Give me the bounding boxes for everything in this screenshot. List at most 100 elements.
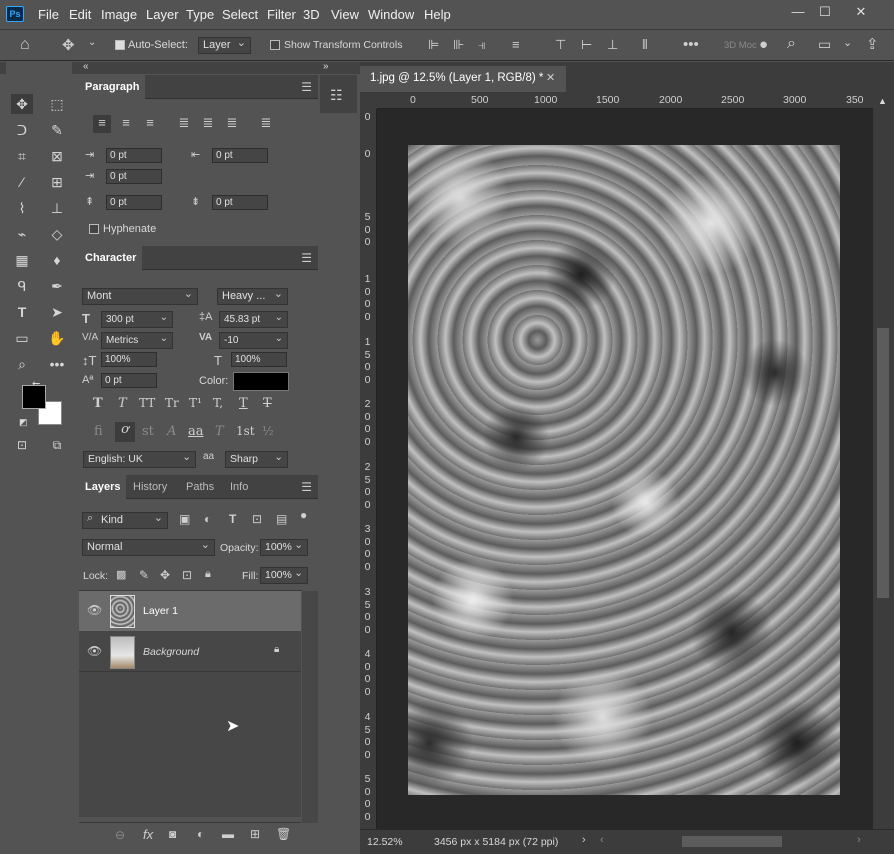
small-caps-icon[interactable]: Tr (165, 396, 179, 410)
hand-tool-icon[interactable]: ✋ (46, 328, 68, 348)
layer-name[interactable]: Background (143, 646, 199, 658)
move-tool-icon[interactable]: ✥ (62, 36, 75, 54)
menu-window[interactable]: Window (368, 7, 414, 22)
fx-icon[interactable]: fx (143, 827, 153, 842)
scroll-thumb[interactable] (877, 328, 889, 598)
spot-heal-icon[interactable]: ⊞ (46, 172, 68, 192)
menu-view[interactable]: View (331, 7, 359, 22)
stamp-tool-icon[interactable]: ⊥ (46, 198, 68, 218)
lock-artboard-icon[interactable]: ⊡ (182, 568, 192, 582)
layer-name[interactable]: Layer 1 (143, 605, 178, 617)
scroll-right-icon[interactable]: › (857, 834, 861, 846)
adjustment-layer-icon[interactable]: ◐ (197, 827, 204, 841)
auto-select-checkbox[interactable] (115, 40, 125, 50)
dodge-tool-icon[interactable]: ᑫ (11, 276, 33, 296)
faux-italic-icon[interactable]: T (118, 396, 127, 411)
horizontal-scroll-thumb[interactable] (682, 836, 782, 847)
document-tab[interactable]: 1.jpg @ 12.5% (Layer 1, RGB/8) * ✕ (360, 66, 566, 92)
layers-scrollbar[interactable] (302, 591, 318, 823)
user-icon[interactable]: ● (759, 36, 768, 53)
align-right-icon[interactable]: ⫣ (478, 37, 486, 53)
distribute-vertical-icon[interactable]: ⦀ (642, 37, 648, 53)
tab-history[interactable]: History (127, 475, 173, 499)
language-dropdown[interactable]: English: UK (83, 450, 196, 468)
align-top-icon[interactable]: ⊤ (555, 37, 566, 53)
leading-field[interactable]: 45.83 pt (219, 310, 288, 328)
lock-transparent-icon[interactable]: ▩ (116, 568, 126, 581)
new-group-icon[interactable]: ▬ (222, 827, 234, 841)
pen-tool-icon[interactable]: ✒ (46, 276, 68, 296)
baseline-shift-field[interactable]: 0 pt (101, 373, 157, 388)
hyphenate-checkbox[interactable] (89, 224, 99, 234)
tab-character[interactable]: Character (79, 246, 143, 270)
auto-select-target-dropdown[interactable]: Layer (198, 36, 251, 54)
kerning-dropdown[interactable]: Metrics (101, 331, 173, 349)
text-color-swatch[interactable] (233, 372, 289, 391)
antialias-dropdown[interactable]: Sharp (225, 450, 288, 468)
eye-icon[interactable]: 👁︎ (87, 644, 102, 658)
first-line-indent-field[interactable]: 0 pt (106, 169, 162, 184)
menu-file[interactable]: File (38, 7, 59, 22)
subscript-icon[interactable]: T, (213, 396, 223, 410)
all-caps-icon[interactable]: TT (139, 396, 155, 410)
indent-right-field[interactable]: 0 pt (212, 148, 268, 163)
show-transform-checkbox[interactable] (270, 40, 280, 50)
menu-image[interactable]: Image (101, 7, 137, 22)
align-center-icon[interactable]: ⊪ (453, 37, 464, 53)
align-bottom-icon[interactable]: ⊥ (607, 37, 618, 53)
more-options-icon[interactable]: ••• (683, 36, 699, 53)
justify-all-icon[interactable]: ≣ (257, 115, 275, 131)
ordinal-st-icon[interactable]: 1st (236, 424, 255, 438)
tab-paths[interactable]: Paths (180, 475, 220, 499)
home-icon[interactable]: ⌂ (20, 36, 30, 54)
type-tool-icon[interactable]: T (11, 302, 33, 322)
lock-all-icon[interactable]: 🔒︎ (205, 568, 211, 581)
delete-layer-icon[interactable]: 🗑︎ (276, 827, 291, 841)
frame-tool-icon[interactable]: ⊠ (46, 146, 68, 166)
stylistic-alternates-icon[interactable]: st (142, 424, 154, 439)
discretionary-ligatures-icon[interactable]: ơ (115, 422, 135, 442)
close-icon[interactable]: ✕ (848, 3, 874, 21)
align-text-center-icon[interactable]: ≡ (117, 115, 135, 130)
tab-paragraph[interactable]: Paragraph (79, 75, 146, 99)
chevron-right-icon[interactable]: › (582, 834, 586, 846)
ordinals-icon[interactable]: T (215, 424, 224, 439)
history-brush-icon[interactable]: ⌁ (11, 224, 33, 244)
filter-pixel-icon[interactable]: ▣ (179, 512, 190, 526)
close-tab-icon[interactable]: ✕ (546, 71, 555, 84)
path-select-icon[interactable]: ➤ (46, 302, 68, 322)
faux-bold-icon[interactable]: T (93, 396, 103, 411)
workspace-icon[interactable]: ▭ (818, 36, 831, 53)
menu-layer[interactable]: Layer (146, 7, 179, 22)
chevron-down-icon[interactable]: ⌄ (88, 37, 96, 48)
filter-adjustment-icon[interactable]: ◐ (204, 512, 211, 526)
justify-right-icon[interactable]: ≣ (223, 115, 241, 131)
gradient-tool-icon[interactable]: ▦ (11, 250, 33, 270)
new-layer-icon[interactable]: ⊞ (250, 827, 260, 841)
tab-info[interactable]: Info (224, 475, 254, 499)
space-after-field[interactable]: 0 pt (212, 195, 268, 210)
align-text-right-icon[interactable]: ≡ (141, 115, 159, 130)
justify-left-icon[interactable]: ≣ (175, 115, 193, 131)
quick-mask-icon[interactable]: ⊡ (11, 435, 33, 455)
indent-left-field[interactable]: 0 pt (106, 148, 162, 163)
menu-filter[interactable]: Filter (267, 7, 296, 22)
properties-icon[interactable]: ☷ (330, 87, 343, 104)
underline-icon[interactable]: T (239, 396, 248, 411)
blur-tool-icon[interactable]: ♦ (46, 250, 68, 270)
horizontal-scale-field[interactable]: 100% (231, 352, 287, 367)
layer-row[interactable]: 👁︎ Layer 1 (79, 591, 301, 631)
opacity-field[interactable]: 100% (260, 538, 308, 556)
quick-select-icon[interactable]: ✎ (46, 120, 68, 140)
justify-center-icon[interactable]: ≣ (199, 115, 217, 131)
eye-icon[interactable]: 👁︎ (87, 603, 102, 617)
menu-type[interactable]: Type (186, 7, 214, 22)
filter-toggle-icon[interactable]: ● (300, 508, 307, 522)
lasso-tool-icon[interactable]: ᑐ (11, 120, 33, 140)
lock-position-icon[interactable]: ✥ (160, 568, 170, 582)
document-canvas-image[interactable] (408, 145, 840, 795)
crop-tool-icon[interactable]: ⌗ (11, 146, 33, 166)
rectangle-tool-icon[interactable]: ▭ (11, 328, 33, 348)
align-middle-icon[interactable]: ⊢ (581, 37, 592, 53)
move-tool-icon[interactable]: ✥ (11, 94, 33, 114)
